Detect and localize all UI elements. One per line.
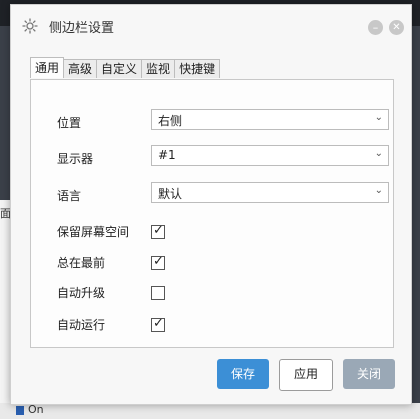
position-select-value: 右侧: [158, 114, 183, 128]
save-button[interactable]: 保存: [217, 359, 269, 389]
display-select-value: #1: [158, 148, 176, 162]
language-select-value: 默认: [158, 187, 183, 201]
minimize-button[interactable]: –: [368, 20, 383, 35]
dialog-title: 侧边栏设置: [49, 21, 115, 36]
close-button[interactable]: 关闭: [343, 359, 395, 389]
auto-run-checkbox[interactable]: ✓: [151, 316, 165, 332]
chevron-down-icon: ⌄: [374, 112, 383, 123]
apply-button[interactable]: 应用: [279, 359, 333, 391]
check-icon: ✓: [153, 316, 164, 331]
title-bar[interactable]: 侧边栏设置 – ✕: [11, 5, 411, 47]
auto-run-label: 自动运行: [57, 318, 106, 332]
tab-monitor[interactable]: 监视: [141, 59, 176, 78]
always-on-top-checkbox[interactable]: ✓: [151, 254, 165, 270]
always-on-top-label: 总在最前: [57, 256, 106, 270]
tab-shortcuts[interactable]: 快捷键: [174, 59, 221, 78]
check-icon: ✓: [153, 254, 164, 269]
gear-icon: [21, 17, 39, 35]
reserve-space-checkbox[interactable]: ✓: [151, 223, 165, 239]
check-icon: ✓: [153, 223, 164, 238]
close-window-button[interactable]: ✕: [389, 20, 404, 35]
background-app-bottom-bar: [0, 403, 420, 419]
tab-general[interactable]: 通用: [30, 57, 65, 78]
general-settings-panel: 位置 右侧 ⌄ 显示器 #1 ⌄ 语言 默认 ⌄ 保留屏幕空间 ✓ 总在最前 ✓…: [30, 79, 394, 348]
tab-custom[interactable]: 自定义: [96, 59, 143, 78]
chevron-down-icon: ⌄: [374, 148, 383, 159]
position-label: 位置: [57, 116, 82, 130]
language-select[interactable]: 默认 ⌄: [151, 182, 389, 203]
auto-upgrade-label: 自动升级: [57, 286, 106, 300]
position-select[interactable]: 右侧 ⌄: [151, 109, 389, 130]
display-select[interactable]: #1 ⌄: [151, 145, 389, 166]
display-label: 显示器: [57, 152, 94, 166]
tab-bar: 通用 高级 自定义 监视 快捷键: [30, 57, 221, 79]
reserve-space-label: 保留屏幕空间: [57, 225, 130, 239]
settings-dialog: 侧边栏设置 – ✕ 通用 高级 自定义 监视 快捷键 位置 右侧 ⌄ 显示器 #…: [10, 4, 412, 405]
auto-upgrade-checkbox[interactable]: [151, 286, 165, 300]
language-label: 语言: [57, 189, 82, 203]
tab-advanced[interactable]: 高级: [63, 59, 98, 78]
background-app-icon: [16, 406, 24, 415]
chevron-down-icon: ⌄: [374, 185, 383, 196]
